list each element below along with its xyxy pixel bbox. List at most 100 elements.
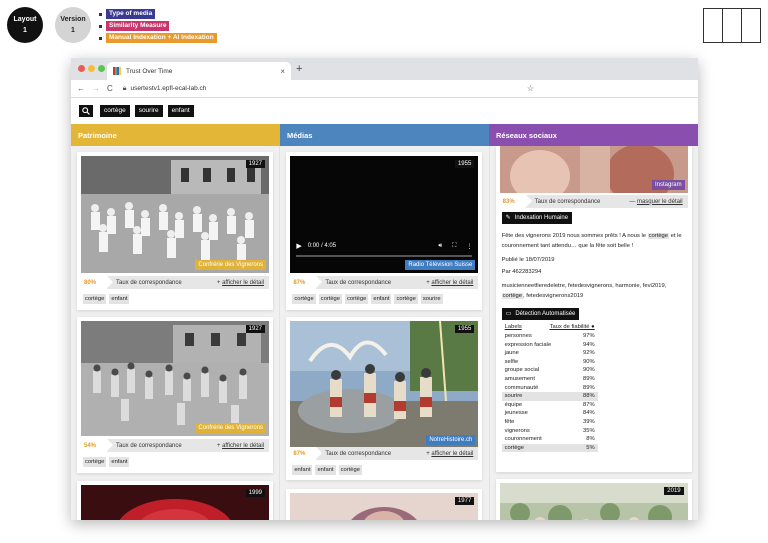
label-name: cortège xyxy=(504,444,524,451)
labels-column-header[interactable]: Labels xyxy=(505,323,522,332)
similarity-label: Taux de correspondance xyxy=(116,279,182,286)
label-rate: 39% xyxy=(583,418,595,425)
video-controls: ▶ 0:00 / 4:05 🔊︎ ⛶ ⋮ xyxy=(296,240,472,252)
similarity-label: Taux de correspondance xyxy=(534,198,601,205)
tab-title: Trust Over Time xyxy=(126,67,173,75)
fullscreen-icon[interactable]: ⛶ xyxy=(452,243,456,250)
show-detail-link[interactable]: + afficher le détail xyxy=(217,280,264,286)
result-card[interactable]: 1977 xyxy=(286,489,483,520)
video-progress[interactable] xyxy=(296,255,473,257)
back-icon[interactable]: ← xyxy=(77,84,85,93)
label-name: communauté xyxy=(504,384,539,391)
result-card[interactable]: 1955 ▶ 0:00 / 4:05 🔊︎ ⛶ ⋮ Radio Télévisi… xyxy=(286,152,483,310)
label-rate: 87% xyxy=(583,401,595,408)
forward-icon[interactable]: → xyxy=(92,84,100,93)
label-row: groupe social 90% xyxy=(502,366,598,375)
year-badge: 1955 xyxy=(454,160,475,168)
tag: enfant xyxy=(292,465,313,475)
bookmark-star-icon[interactable]: ☆ xyxy=(527,84,534,93)
label-name: personnes xyxy=(504,333,532,339)
video-player[interactable]: 1955 ▶ 0:00 / 4:05 🔊︎ ⛶ ⋮ Radio Télévisi… xyxy=(290,156,479,273)
source-caption[interactable]: Confrérie des Vignerons xyxy=(195,423,266,433)
search-term-chip[interactable]: cortège xyxy=(100,105,130,117)
result-card[interactable]: 1999 xyxy=(77,481,273,520)
label-name: couronnement xyxy=(504,436,542,443)
layout-thumbnail-icon xyxy=(703,8,761,43)
result-card-expanded[interactable]: Instagram 83% Taux de correspondance — m… xyxy=(495,146,692,472)
year-badge: 2019 xyxy=(664,487,684,495)
label-row: personnes 97% xyxy=(502,332,598,341)
result-card[interactable]: 1955 NotreHistoire.ch 87% Taux de corres… xyxy=(286,317,483,480)
label-row: jaune 92% xyxy=(502,349,598,358)
source-caption[interactable]: Confrérie des Vignerons xyxy=(195,260,266,270)
rate-column-header[interactable]: Taux de fiabilité ● xyxy=(550,323,595,332)
minimize-window-dot[interactable] xyxy=(88,65,95,72)
browser-window: Trust Over Time × + ← → C 🔒︎ usertestv1.… xyxy=(71,58,698,520)
similarity-score: 87% xyxy=(290,447,323,460)
similarity-bar: 83% Taux de correspondance — masquer le … xyxy=(499,195,688,208)
human-indexation-button[interactable]: ✎ Indexation Humaine xyxy=(501,212,573,224)
photo-crowd[interactable]: 2019 xyxy=(499,483,688,520)
source-caption[interactable]: Instagram xyxy=(651,180,685,190)
url-input[interactable]: usertestv1.epfl-ecal-lab.ch xyxy=(131,85,527,92)
post-hashtags: musicienneetfieredeletre, fetedesvignero… xyxy=(501,283,667,299)
labels-header: Labels Taux de fiabilité ● xyxy=(502,323,598,332)
more-icon[interactable]: ⋮ xyxy=(466,243,472,250)
play-icon[interactable]: ▶ xyxy=(296,242,301,250)
browser-tab[interactable]: Trust Over Time × xyxy=(107,62,291,80)
volume-icon[interactable]: 🔊︎ xyxy=(438,243,442,250)
search-button[interactable] xyxy=(79,105,93,117)
similarity-label: Taux de correspondance xyxy=(116,442,182,449)
label-rate: 5% xyxy=(586,444,595,451)
tag: sourire xyxy=(420,294,443,304)
legend-similarity: Similarity Measure xyxy=(106,21,170,31)
close-window-dot[interactable] xyxy=(78,65,85,72)
photo-street-parade[interactable]: 1927 Confrérie des Vignerons xyxy=(81,321,269,436)
tag: enfant xyxy=(109,457,130,467)
show-detail-link[interactable]: + afficher le détail xyxy=(426,451,473,457)
photo-instagram-post[interactable]: Instagram xyxy=(499,146,688,193)
legend-item: Similarity Measure xyxy=(99,20,217,32)
new-tab-icon[interactable]: + xyxy=(296,63,302,75)
similarity-bar: 54% Taux de correspondance + afficher le… xyxy=(81,439,269,452)
photo-portrait[interactable]: 1977 xyxy=(290,493,479,520)
tag: cortège xyxy=(292,294,316,304)
result-card[interactable]: 2019 xyxy=(495,479,692,520)
label-rate: 89% xyxy=(583,375,595,382)
tab-bar: Trust Over Time × + xyxy=(71,58,698,80)
source-caption[interactable]: NotreHistoire.ch xyxy=(426,435,476,445)
show-detail-link[interactable]: + afficher le détail xyxy=(217,443,264,449)
result-card[interactable]: 1927 Confrérie des Vignerons 80% Taux de… xyxy=(77,152,273,310)
label-name: expression faciale xyxy=(504,341,552,348)
column-patrimoine[interactable]: 1927 Confrérie des Vignerons 80% Taux de… xyxy=(71,146,280,520)
column-headers: Patrimoine Médias Réseaux sociaux xyxy=(71,124,698,146)
reload-icon[interactable]: C xyxy=(107,84,113,93)
search-term-chip[interactable]: sourire xyxy=(134,105,163,117)
photo-red-hat[interactable]: 1999 xyxy=(81,485,269,520)
label-row: selfie 90% xyxy=(502,358,598,367)
column-header-medias: Médias xyxy=(280,124,489,146)
similarity-score: 87% xyxy=(290,276,323,289)
column-header-reseaux: Réseaux sociaux xyxy=(489,124,698,146)
maximize-window-dot[interactable] xyxy=(98,65,105,72)
photo-color-parade[interactable]: 1955 NotreHistoire.ch xyxy=(290,321,479,448)
photo-children-parade[interactable]: 1927 Confrérie des Vignerons xyxy=(81,156,269,273)
similarity-label: Taux de correspondance xyxy=(325,450,392,457)
label-name: jaune xyxy=(504,350,519,357)
layout-badge: Layout 1 xyxy=(7,7,43,43)
search-term-chip[interactable]: enfant xyxy=(167,105,194,117)
close-icon[interactable]: × xyxy=(280,67,285,76)
label-name: équipe xyxy=(504,401,523,408)
result-card[interactable]: 1927 Confrérie des Vignerons 54% Taux de… xyxy=(77,317,273,473)
source-caption[interactable]: Radio Télévision Suisse xyxy=(405,260,476,270)
post-author: Par 462283294 xyxy=(501,269,542,275)
hide-detail-link[interactable]: — masquer le détail xyxy=(629,199,682,205)
auto-detection-button[interactable]: ▭ Détection Automatisée xyxy=(501,308,580,320)
column-reseaux[interactable]: Instagram 83% Taux de correspondance — m… xyxy=(488,146,698,520)
video-time: 0:00 / 4:05 xyxy=(307,243,337,249)
label-name: fête xyxy=(504,418,515,425)
search-icon xyxy=(82,107,90,115)
show-detail-link[interactable]: + afficher le détail xyxy=(426,280,473,286)
column-medias[interactable]: 1955 ▶ 0:00 / 4:05 🔊︎ ⛶ ⋮ Radio Télévisi… xyxy=(279,146,489,520)
version-badge-value: 1 xyxy=(71,27,75,34)
